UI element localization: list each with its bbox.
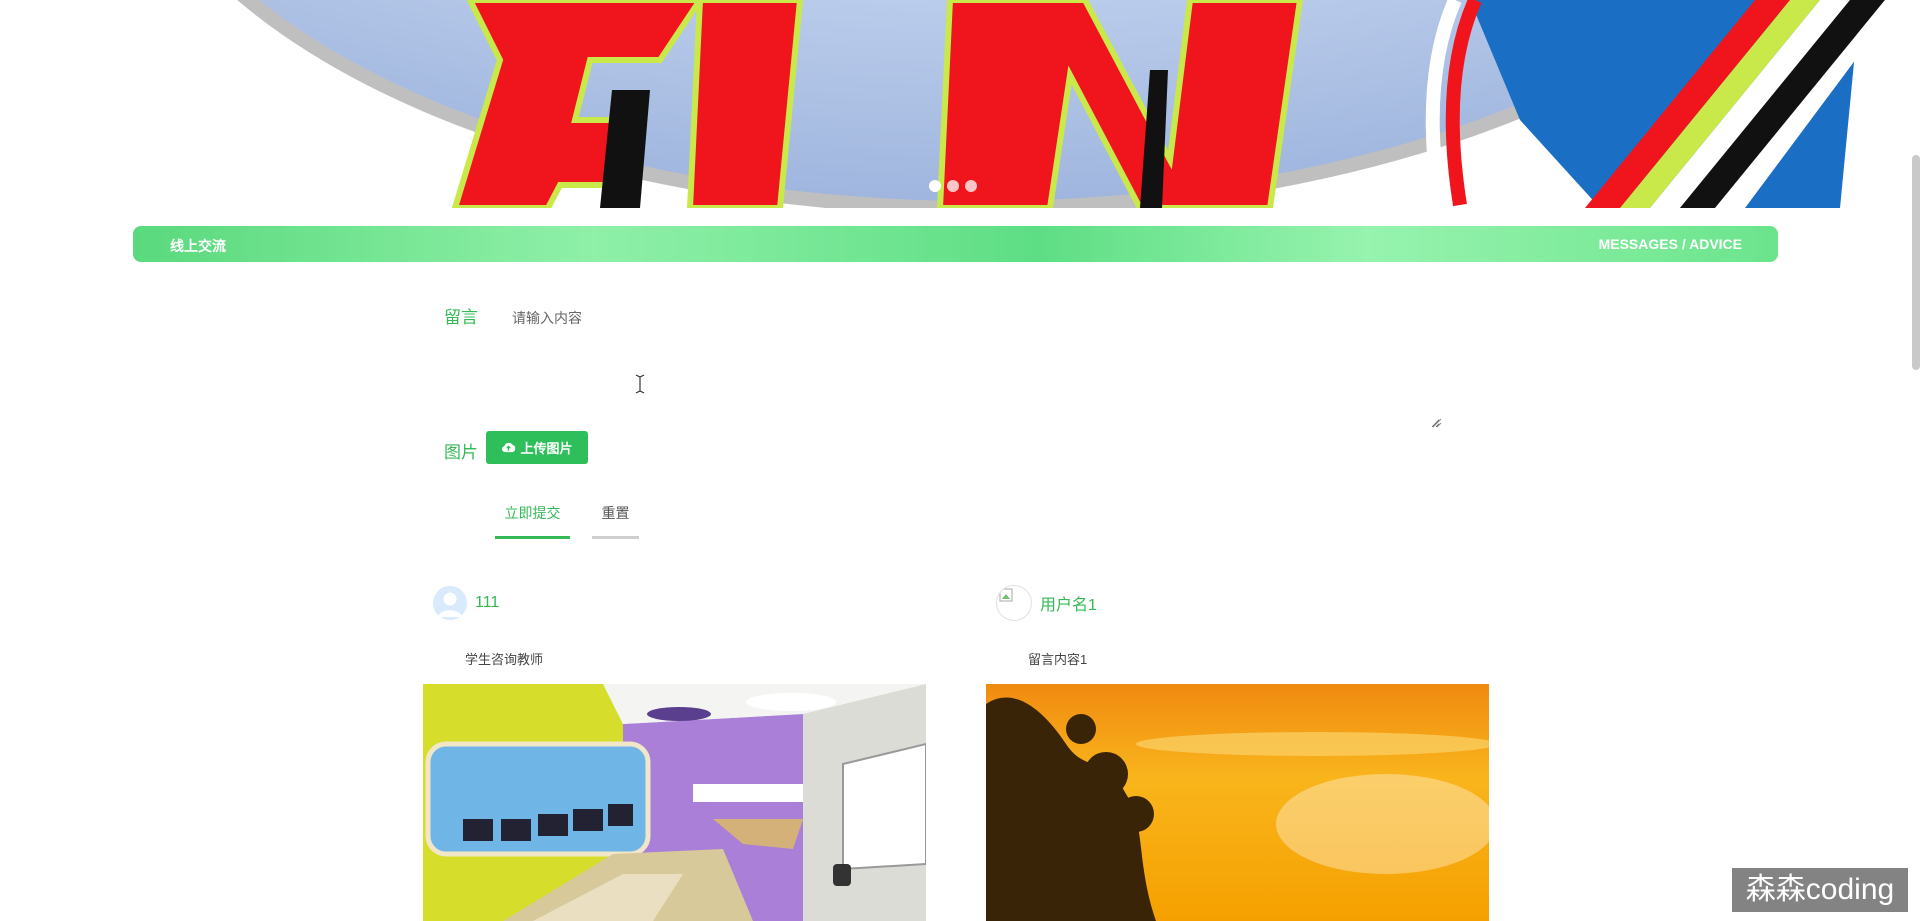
- message-content: 学生咨询教师: [465, 652, 544, 667]
- banner-image: [237, 0, 1900, 208]
- username: 111: [475, 594, 500, 611]
- page-scrollbar[interactable]: [1912, 155, 1920, 370]
- banner-carousel[interactable]: [0, 0, 1920, 208]
- reset-button[interactable]: 重置: [592, 500, 639, 539]
- upload-picture-label: 上传图片: [520, 441, 573, 456]
- cloud-upload-icon: [502, 442, 516, 453]
- message-card: 111 学生咨询教师: [423, 585, 926, 921]
- resize-handle-icon[interactable]: [1432, 418, 1442, 428]
- upload-picture-button[interactable]: 上传图片: [486, 431, 588, 464]
- section-header: 线上交流 MESSAGES / ADVICE: [133, 226, 1778, 262]
- username: 用户名1: [1040, 597, 1097, 614]
- avatar: [433, 586, 467, 620]
- message-card-header: 用户名1: [996, 585, 1097, 621]
- message-label: 留言: [444, 308, 478, 327]
- watermark: 森森coding: [1732, 868, 1908, 912]
- submit-button[interactable]: 立即提交: [495, 500, 570, 539]
- message-textarea[interactable]: [502, 302, 1440, 428]
- classroom-photo: [423, 684, 926, 921]
- section-title: 线上交流: [170, 238, 226, 254]
- sunset-tree-photo: [986, 684, 1489, 921]
- section-subtitle: MESSAGES / ADVICE: [1598, 236, 1742, 252]
- carousel-dot-3[interactable]: [965, 180, 977, 192]
- message-content: 留言内容1: [1028, 652, 1088, 667]
- carousel-indicators: [929, 180, 977, 192]
- avatar: [996, 585, 1032, 621]
- carousel-dot-2[interactable]: [947, 180, 959, 192]
- text-cursor-icon: [635, 374, 645, 394]
- picture-label: 图片: [444, 443, 478, 462]
- carousel-dot-1[interactable]: [929, 180, 941, 192]
- broken-image-icon: [999, 588, 1013, 602]
- default-user-icon: [433, 586, 467, 620]
- message-card-header: 111: [433, 585, 499, 621]
- message-card: 用户名1 留言内容1: [986, 585, 1489, 921]
